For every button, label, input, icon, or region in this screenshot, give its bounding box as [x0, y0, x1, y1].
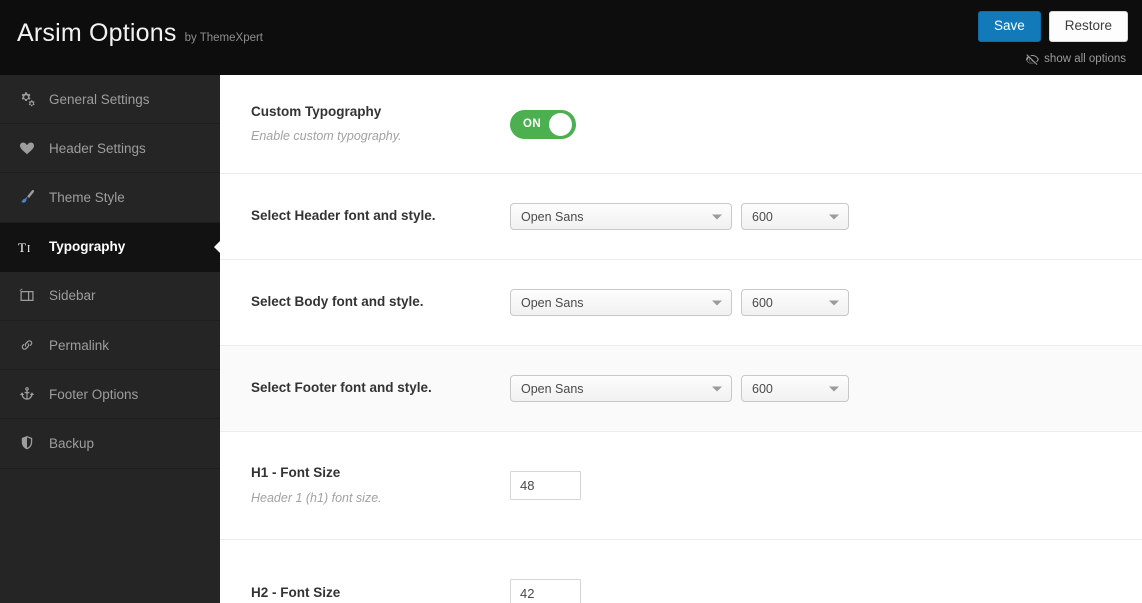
- paint-brush-icon: [17, 189, 36, 205]
- sidebar-item-label: General Settings: [49, 91, 150, 107]
- link-icon: [17, 337, 36, 353]
- setting-label: Select Header font and style.: [251, 208, 436, 224]
- sidebar-item-label: Header Settings: [49, 140, 146, 156]
- font-family-value: Open Sans: [521, 295, 584, 310]
- setting-row-custom-typography: Custom Typography Enable custom typograph…: [220, 75, 1142, 174]
- setting-label: Select Body font and style.: [251, 294, 424, 310]
- setting-label-box: H2 - Font Size: [251, 584, 510, 602]
- chevron-down-icon: [712, 386, 722, 391]
- sidebar-item-footer-options[interactable]: Footer Options: [0, 370, 220, 420]
- svg-text:I: I: [27, 244, 30, 254]
- eye-slash-icon: [1026, 54, 1040, 66]
- sidebar-item-header-settings[interactable]: Header Settings: [0, 124, 220, 174]
- font-weight-value: 600: [752, 295, 773, 310]
- font-family-select[interactable]: Open Sans: [510, 203, 732, 230]
- setting-label-box: Select Header font and style.: [251, 207, 510, 225]
- setting-row-h2-font-size: H2 - Font Size: [220, 540, 1142, 603]
- brand: Arsim Options by ThemeXpert: [17, 21, 263, 46]
- brand-byline: by ThemeXpert: [184, 32, 264, 44]
- app-header: Arsim Options by ThemeXpert Save Restore…: [0, 0, 1142, 75]
- font-size-input[interactable]: [510, 471, 581, 500]
- font-size-input[interactable]: [510, 579, 581, 603]
- toggle-state-label: ON: [523, 118, 542, 130]
- font-family-value: Open Sans: [521, 381, 584, 396]
- sidebar-item-label: Footer Options: [49, 386, 139, 402]
- setting-row-select-header-font-and-style: Select Header font and style. Open Sans 60…: [220, 174, 1142, 260]
- font-weight-value: 600: [752, 381, 773, 396]
- setting-control: [510, 579, 581, 603]
- chevron-down-icon: [829, 386, 839, 391]
- sidebar-item-general-settings[interactable]: General Settings: [0, 75, 220, 125]
- save-button[interactable]: Save: [977, 11, 1041, 43]
- sidebar-item-backup[interactable]: Backup: [0, 419, 220, 469]
- shield-icon: [17, 435, 36, 451]
- svg-text:T: T: [18, 240, 26, 254]
- sidebar-item-typography[interactable]: T I Typography: [0, 222, 220, 272]
- sidebar-item-label: Typography: [49, 239, 126, 255]
- sidebar: General Settings Header Settings Theme Sty…: [0, 75, 220, 603]
- cogs-icon: [17, 91, 36, 107]
- setting-description: Header 1 (h1) font size.: [251, 490, 382, 505]
- header-actions: Save Restore: [977, 11, 1128, 43]
- setting-control: Open Sans 600: [510, 289, 849, 316]
- setting-label: Custom Typography: [251, 103, 382, 119]
- setting-control: [510, 471, 581, 500]
- sidebar-item-label: Theme Style: [49, 189, 125, 205]
- sidebar-item-permalink[interactable]: Permalink: [0, 321, 220, 371]
- setting-control: Open Sans 600: [510, 375, 849, 402]
- font-family-select[interactable]: Open Sans: [510, 289, 732, 316]
- chevron-down-icon: [712, 300, 722, 305]
- setting-label-box: Select Footer font and style.: [251, 379, 510, 397]
- setting-label: H2 - Font Size: [251, 585, 341, 601]
- setting-label-box: Custom Typography Enable custom typograph…: [251, 103, 510, 145]
- setting-control: ON: [510, 109, 576, 139]
- main-content: Custom Typography Enable custom typograph…: [220, 75, 1142, 603]
- setting-description: Enable custom typography.: [251, 129, 402, 144]
- chevron-down-icon: [712, 214, 722, 219]
- font-weight-select[interactable]: 600: [741, 375, 849, 402]
- toggle-knob: [549, 112, 572, 136]
- sidebar-item-label: Backup: [49, 435, 95, 451]
- font-weight-select[interactable]: 600: [741, 289, 849, 316]
- sidebar-icon: [17, 288, 36, 304]
- custom-typography-toggle[interactable]: ON: [510, 109, 576, 139]
- page-title: Arsim Options: [17, 19, 177, 47]
- setting-label: H1 - Font Size: [251, 465, 341, 481]
- font-weight-value: 600: [752, 209, 773, 224]
- chevron-down-icon: [829, 214, 839, 219]
- setting-label: Select Footer font and style.: [251, 380, 432, 396]
- sidebar-item-sidebar[interactable]: Sidebar: [0, 272, 220, 321]
- sidebar-item-label: Permalink: [49, 337, 110, 353]
- restore-button[interactable]: Restore: [1048, 11, 1128, 43]
- font-family-select[interactable]: Open Sans: [510, 375, 732, 402]
- setting-label-box: Select Body font and style.: [251, 293, 510, 311]
- sidebar-item-label: Sidebar: [49, 288, 96, 304]
- sidebar-item-theme-style[interactable]: Theme Style: [0, 173, 220, 223]
- font-family-value: Open Sans: [521, 209, 584, 224]
- anchor-icon: [17, 386, 36, 402]
- show-all-options-link[interactable]: show all options: [1026, 53, 1126, 66]
- setting-row-select-footer-font-and-style: Select Footer font and style. Open Sans 60…: [220, 346, 1142, 432]
- show-all-options-label: show all options: [1044, 53, 1126, 65]
- chevron-down-icon: [829, 300, 839, 305]
- setting-row-h1-font-size: H1 - Font Size Header 1 (h1) font size.: [220, 432, 1142, 540]
- setting-control: Open Sans 600: [510, 203, 849, 230]
- heart-icon: [17, 140, 36, 156]
- text-height-icon: TI: [17, 240, 36, 254]
- font-weight-select[interactable]: 600: [741, 203, 849, 230]
- setting-label-box: H1 - Font Size Header 1 (h1) font size.: [251, 464, 510, 506]
- setting-row-select-body-font-and-style: Select Body font and style. Open Sans 600: [220, 260, 1142, 346]
